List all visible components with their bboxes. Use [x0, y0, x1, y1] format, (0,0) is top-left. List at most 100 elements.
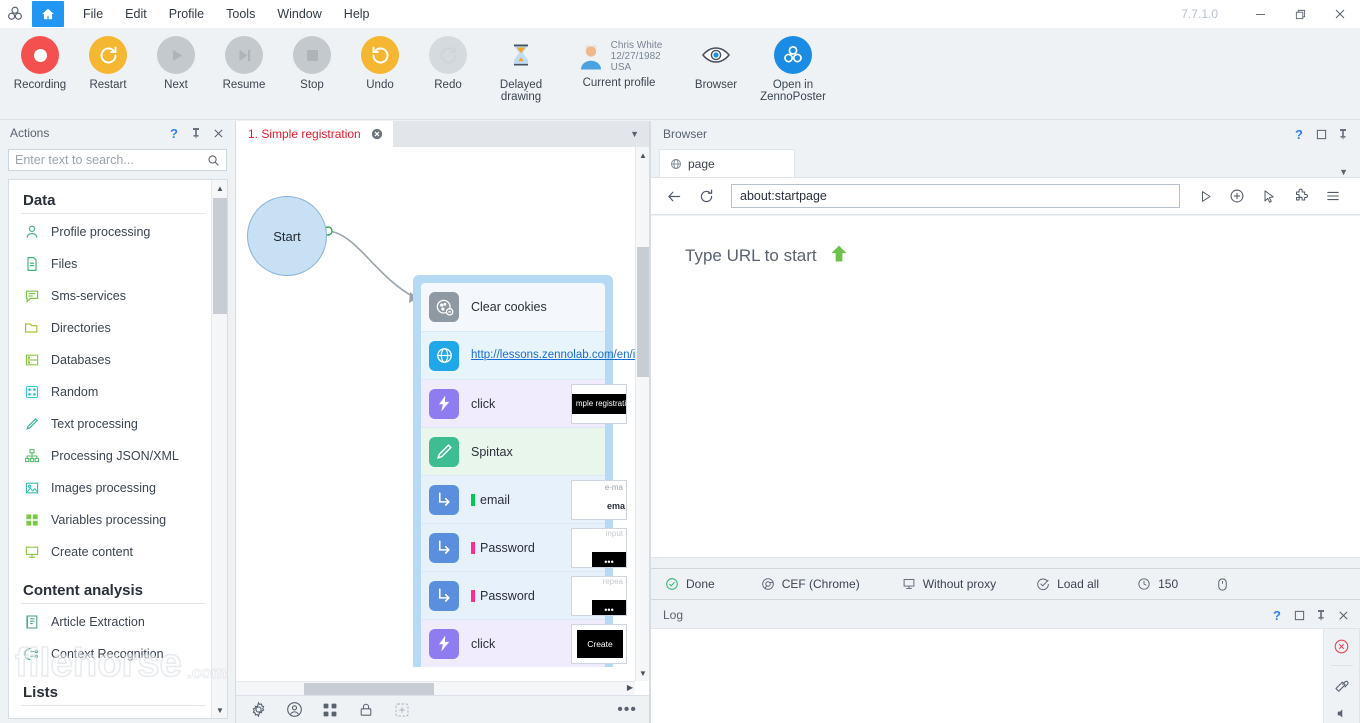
action-item-images-processing[interactable]: Images processing	[21, 472, 211, 504]
pin-icon[interactable]	[1310, 604, 1332, 626]
minimize-icon[interactable]	[1240, 0, 1280, 28]
home-button[interactable]	[32, 1, 64, 27]
help-icon[interactable]: ?	[1288, 123, 1310, 145]
puzzle-icon[interactable]	[1288, 183, 1314, 209]
close-icon[interactable]	[371, 128, 383, 140]
action-item-processing-json-xml[interactable]: Processing JSON/XML	[21, 440, 211, 472]
menu-tools[interactable]: Tools	[215, 2, 266, 26]
help-icon[interactable]: ?	[1266, 604, 1288, 626]
menu-profile[interactable]: Profile	[158, 2, 215, 26]
hamburger-menu-icon[interactable]	[1320, 183, 1346, 209]
search-input[interactable]	[15, 153, 207, 167]
action-item-sms-services[interactable]: Sms-services	[21, 280, 211, 312]
status-engine[interactable]: CEF (Chrome)	[761, 577, 860, 591]
speaker-icon[interactable]	[1330, 705, 1354, 723]
menu-edit[interactable]: Edit	[114, 2, 158, 26]
node-thumbnail[interactable]: Create	[571, 623, 627, 664]
grid-icon[interactable]	[320, 700, 340, 720]
node-goto-url[interactable]: http://lessons.zennolab.com/en/index	[421, 331, 635, 379]
status-proxy[interactable]: Without proxy	[902, 577, 996, 591]
node-spintax[interactable]: Spintax	[421, 427, 605, 475]
pin-icon[interactable]	[185, 122, 207, 144]
broom-icon[interactable]	[1330, 676, 1354, 694]
maximize-icon[interactable]	[1310, 123, 1332, 145]
action-item-directories[interactable]: Directories	[21, 312, 211, 344]
start-node[interactable]: Start	[247, 196, 327, 276]
help-icon[interactable]: ?	[163, 122, 185, 144]
menu-window[interactable]: Window	[266, 2, 332, 26]
clear-log-icon[interactable]	[1330, 637, 1354, 655]
node-set-value-email[interactable]: email e-ma ema	[421, 475, 627, 523]
action-item-context-recognition[interactable]: Context Recognition	[21, 638, 211, 670]
play-icon[interactable]	[1192, 183, 1218, 209]
status-timeout[interactable]: 150	[1137, 577, 1178, 591]
url-bar[interactable]	[731, 184, 1180, 208]
canvas-vertical-scrollbar[interactable]: ▲ ▼	[635, 147, 649, 681]
node-url-link[interactable]: http://lessons.zennolab.com/en/index	[471, 349, 635, 362]
canvas-horizontal-scrollbar[interactable]: ▶	[236, 681, 635, 695]
redo-button[interactable]: Redo	[414, 28, 482, 91]
node-thumbnail[interactable]: input •••	[571, 527, 627, 568]
node-thumbnail[interactable]: mple registrati	[571, 383, 627, 424]
lock-icon[interactable]	[356, 700, 376, 720]
action-item-random[interactable]: Random	[21, 376, 211, 408]
stop-button[interactable]: Stop	[278, 28, 346, 91]
action-item-databases[interactable]: Databases	[21, 344, 211, 376]
node-thumbnail[interactable]: e-ma ema	[571, 479, 627, 520]
flow-canvas[interactable]: Start Clear cookies http://lessons.zenno…	[236, 147, 649, 723]
status-mouse[interactable]	[1216, 577, 1229, 592]
node-clear-cookies[interactable]: Clear cookies	[421, 283, 605, 331]
scroll-down-icon[interactable]: ▼	[636, 665, 649, 681]
node-thumbnail[interactable]: repea •••	[571, 575, 627, 616]
undo-button[interactable]: Undo	[346, 28, 414, 91]
close-icon[interactable]	[1320, 0, 1360, 28]
current-profile-button[interactable]: Chris White 12/27/1982 USA Current profi…	[560, 28, 678, 89]
next-button[interactable]: Next	[142, 28, 210, 91]
delayed-drawing-button[interactable]: Delayed drawing	[482, 28, 560, 103]
back-arrow-icon[interactable]	[661, 183, 687, 209]
action-item-variables-processing[interactable]: Variables processing	[21, 504, 211, 536]
chevron-down-icon[interactable]: ▼	[1339, 167, 1348, 177]
action-item-files[interactable]: Files	[21, 248, 211, 280]
recording-button[interactable]: Recording	[6, 28, 74, 91]
node-set-value-password-repeat[interactable]: Password repea •••	[421, 571, 627, 619]
maximize-icon[interactable]	[1280, 0, 1320, 28]
search-box[interactable]	[8, 149, 227, 171]
node-set-value-password[interactable]: Password input •••	[421, 523, 627, 571]
status-load[interactable]: Load all	[1036, 577, 1099, 591]
plus-circle-icon[interactable]	[1224, 183, 1250, 209]
close-icon[interactable]	[1332, 604, 1354, 626]
settings-gear-icon[interactable]	[248, 700, 268, 720]
status-done[interactable]: Done	[665, 577, 715, 591]
maximize-icon[interactable]	[1288, 604, 1310, 626]
browser-tab-page[interactable]: page	[659, 149, 795, 177]
add-dashed-icon[interactable]	[392, 700, 412, 720]
reload-icon[interactable]	[693, 183, 719, 209]
action-item-partial[interactable]	[21, 708, 211, 718]
action-item-text-processing[interactable]: Text processing	[21, 408, 211, 440]
scroll-up-icon[interactable]: ▲	[212, 180, 227, 196]
log-content-area[interactable]	[651, 628, 1360, 723]
menu-help[interactable]: Help	[333, 2, 381, 26]
url-input[interactable]	[740, 189, 1171, 203]
flow-surface[interactable]: Start Clear cookies http://lessons.zenno…	[236, 147, 635, 667]
open-in-zennoposter-button[interactable]: Open in ZennoPoster	[754, 28, 832, 103]
node-click-registration[interactable]: click mple registrati	[421, 379, 627, 427]
profile-circle-icon[interactable]	[284, 700, 304, 720]
action-node-stack[interactable]: Clear cookies http://lessons.zennolab.co…	[413, 275, 635, 667]
node-click-create[interactable]: click Create	[421, 619, 627, 667]
scroll-right-icon[interactable]: ▶	[627, 683, 633, 692]
chevron-down-icon[interactable]: ▼	[630, 129, 639, 139]
scroll-up-icon[interactable]: ▲	[636, 147, 649, 163]
cursor-pointer-icon[interactable]	[1256, 183, 1282, 209]
restart-button[interactable]: Restart	[74, 28, 142, 91]
scroll-down-icon[interactable]: ▼	[212, 702, 227, 718]
tab-simple-registration[interactable]: 1. Simple registration	[236, 121, 393, 147]
action-item-create-content[interactable]: Create content	[21, 536, 211, 568]
scroll-thumb[interactable]	[304, 683, 434, 695]
close-icon[interactable]	[207, 122, 229, 144]
browser-button[interactable]: Browser	[678, 28, 754, 91]
menu-file[interactable]: File	[72, 2, 114, 26]
pin-icon[interactable]	[1332, 123, 1354, 145]
scroll-thumb[interactable]	[213, 198, 227, 314]
